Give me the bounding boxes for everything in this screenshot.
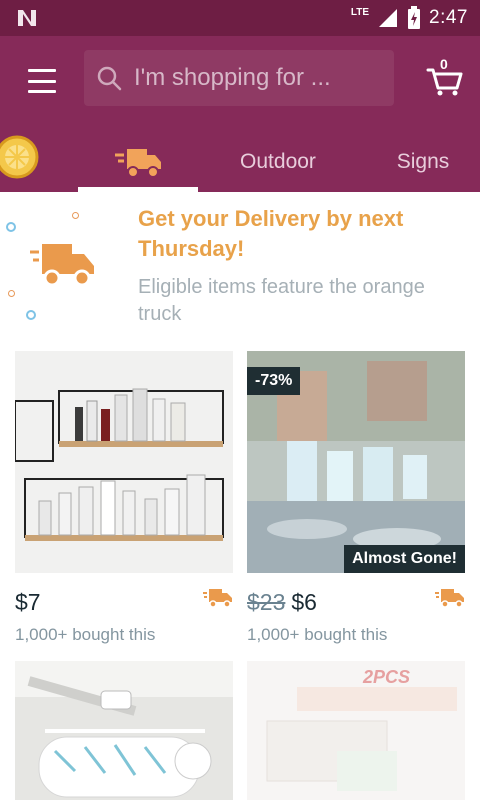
discount-badge: -73% xyxy=(247,367,301,395)
bought-count: 1,000+ bought this xyxy=(15,625,156,644)
decorative-dot xyxy=(72,212,79,219)
product-price: $23 $6 xyxy=(247,589,317,616)
menu-icon-line xyxy=(28,69,56,72)
product-image-wall-shelves[interactable] xyxy=(15,351,233,573)
decorative-dot xyxy=(8,290,15,297)
product-image-storage-rack[interactable]: 2PCS xyxy=(247,661,465,800)
search-icon xyxy=(84,50,134,106)
tab-signs[interactable]: Signs xyxy=(370,132,476,192)
android-n-icon xyxy=(18,10,36,26)
product-image-waterfall-curtain[interactable]: -73% Almost Gone! xyxy=(247,351,465,573)
low-stock-badge: Almost Gone! xyxy=(344,545,465,573)
tab-rewards[interactable] xyxy=(0,132,60,192)
decorative-dot xyxy=(26,310,36,320)
status-bar: LTE 2:47 xyxy=(0,0,480,36)
delivery-truck-icon xyxy=(30,244,94,287)
fast-delivery-icon xyxy=(435,589,464,608)
network-type: LTE xyxy=(350,6,370,18)
search-input[interactable]: I'm shopping for ... xyxy=(84,50,394,106)
search-placeholder: I'm shopping for ... xyxy=(134,64,331,91)
banner-subtitle: Eligible items feature the orange truck xyxy=(138,276,425,325)
original-price: $23 xyxy=(247,589,286,615)
sale-price: $6 xyxy=(291,589,317,615)
menu-icon-line xyxy=(28,90,56,93)
product-card[interactable]: 2PCS xyxy=(247,661,465,800)
app-header: I'm shopping for ... 0 Outdoor Signs xyxy=(0,36,480,192)
product-image-label: 2PCS xyxy=(363,667,411,687)
decorative-dot xyxy=(6,222,16,232)
product-card[interactable]: -73% Almost Gone! $23 $6 1,000+ bought th… xyxy=(247,351,465,651)
product-card[interactable]: $7 1,000+ bought this xyxy=(15,351,233,651)
category-tabs: Outdoor Signs xyxy=(0,132,480,192)
banner-title: Get your Delivery by next Thursday! xyxy=(138,206,404,261)
product-card[interactable] xyxy=(15,661,233,800)
battery-charging-icon xyxy=(408,6,421,29)
product-image-paper-towel-holder[interactable] xyxy=(15,661,233,800)
coin-icon xyxy=(0,135,39,179)
menu-button[interactable] xyxy=(22,66,62,96)
clock: 2:47 xyxy=(429,7,468,28)
product-price: $7 xyxy=(15,589,41,615)
tab-express-delivery[interactable] xyxy=(78,132,198,192)
signal-icon xyxy=(379,9,398,27)
tab-outdoor[interactable]: Outdoor xyxy=(214,132,342,192)
delivery-banner[interactable]: Get your Delivery by next Thursday! Elig… xyxy=(0,192,480,340)
cart-count-badge: 0 xyxy=(440,56,448,72)
fast-delivery-icon xyxy=(203,589,232,608)
delivery-truck-icon xyxy=(115,149,161,178)
bought-count: 1,000+ bought this xyxy=(247,625,388,644)
menu-icon-line xyxy=(28,79,56,83)
